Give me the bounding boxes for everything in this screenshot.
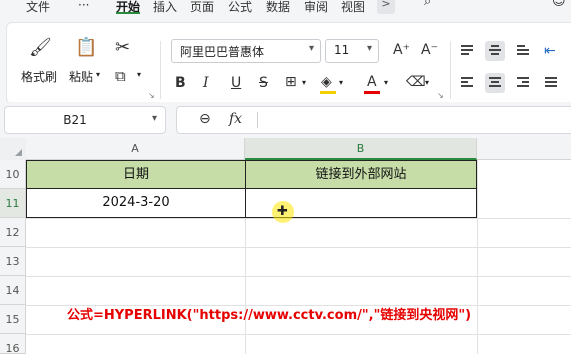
menu-page[interactable]: 页面 <box>190 0 214 15</box>
chevron-down-icon: ▾ <box>151 113 157 124</box>
eraser-icon[interactable]: ⌫ <box>406 74 426 90</box>
formula-bar: B21 ▾ ⊖ fx <box>0 102 571 138</box>
column-header-c[interactable] <box>477 138 571 160</box>
justify-button[interactable] <box>541 73 561 93</box>
zoom-icon[interactable]: ⊖ <box>199 111 211 127</box>
row-header-13[interactable]: 13 <box>0 247 26 276</box>
sheet-grid: A B 10 11 12 13 14 15 16 日期 链接到外部网站 2024… <box>0 138 571 355</box>
font-color-swatch <box>364 91 380 94</box>
align-center-button[interactable] <box>485 73 505 93</box>
column-header-a[interactable]: A <box>26 138 245 160</box>
align-middle-button[interactable] <box>485 41 505 61</box>
menu-review[interactable]: 审阅 <box>304 0 328 15</box>
fill-color-swatch <box>320 91 336 94</box>
align-left-button[interactable] <box>457 73 477 93</box>
justify-icon <box>545 77 557 89</box>
column-header-b[interactable]: B <box>245 138 477 160</box>
align-middle-icon <box>489 45 501 57</box>
row-header-14[interactable]: 14 <box>0 276 26 305</box>
align-right-button[interactable] <box>513 73 533 93</box>
name-box-value: B21 <box>63 113 87 127</box>
font-name-select[interactable]: 阿里巴巴普惠体 ▾ <box>171 39 321 63</box>
align-center-icon <box>489 77 501 89</box>
chevron-down-icon: ▾ <box>366 43 372 54</box>
menu-data[interactable]: 数据 <box>266 0 290 15</box>
formula-annotation: 公式=HYPERLINK("https://www.cctv.com/","链接… <box>67 308 472 323</box>
font-launcher-icon[interactable]: ↘ <box>437 91 444 100</box>
borders-icon[interactable]: ⊞ <box>285 74 297 90</box>
italic-button[interactable]: I <box>203 75 209 91</box>
menu-more[interactable]: ··· <box>78 0 89 12</box>
fill-color-icon[interactable]: ◈ <box>321 74 332 90</box>
bold-button[interactable]: B <box>175 75 186 91</box>
gridline <box>477 160 478 354</box>
paste-dropdown-chevron-icon[interactable]: ▾ <box>96 70 100 79</box>
align-left-icon <box>461 77 473 89</box>
search-icon[interactable]: ⌕ <box>424 0 431 9</box>
menu-scroll-right-button[interactable]: > <box>377 0 395 14</box>
smiley-icon[interactable]: ☺ <box>552 0 566 9</box>
gridline <box>26 247 571 248</box>
ribbon-separator <box>160 41 161 99</box>
cell-cursor-cross-icon: ✚ <box>277 204 288 219</box>
cell-b10[interactable]: 链接到外部网站 <box>245 160 477 189</box>
cut-icon[interactable]: ✂ <box>115 39 130 57</box>
align-top-icon <box>461 45 473 57</box>
ribbon-panel: 🖌 格式刷 📋 粘贴 ▾ ✂ ⧉ ▾ ↘ 阿里巴巴普惠体 ▾ 11 ▾ A⁺ A… <box>6 22 571 104</box>
font-name-value: 阿里巴巴普惠体 <box>180 45 265 59</box>
name-box[interactable]: B21 ▾ <box>4 106 166 134</box>
row-header-12[interactable]: 12 <box>0 218 26 247</box>
paste-icon[interactable]: 📋 <box>75 39 97 57</box>
format-painter-icon[interactable]: 🖌 <box>29 39 52 57</box>
gridline <box>26 334 571 335</box>
clear-dropdown-chevron-icon[interactable]: ▾ <box>425 78 429 87</box>
menu-insert[interactable]: 插入 <box>153 0 177 15</box>
fill-color-dropdown-chevron-icon[interactable]: ▾ <box>339 78 343 87</box>
cell-a10[interactable]: 日期 <box>26 160 246 189</box>
align-top-button[interactable] <box>457 41 477 61</box>
decrease-font-size-icon[interactable]: A⁻ <box>421 42 438 58</box>
ribbon-separator <box>450 41 451 99</box>
formula-input[interactable]: ⊖ fx <box>176 106 571 134</box>
mouse-cursor: ✚ <box>272 201 294 223</box>
font-size-select[interactable]: 11 ▾ <box>325 39 379 63</box>
font-size-value: 11 <box>334 43 350 57</box>
fx-icon[interactable]: fx <box>229 111 242 127</box>
align-right-icon <box>517 77 529 89</box>
copy-dropdown-chevron-icon[interactable]: ▾ <box>137 70 141 79</box>
row-header-15[interactable]: 15 <box>0 305 26 334</box>
menu-file[interactable]: 文件 <box>26 0 50 15</box>
clipboard-launcher-icon[interactable]: ↘ <box>148 91 155 100</box>
formula-separator <box>257 112 258 128</box>
menu-bar: 文件 ··· 开始 插入 页面 公式 数据 审阅 视图 > ⌕ ☺ <box>0 0 571 14</box>
menu-view[interactable]: 视图 <box>341 0 365 15</box>
increase-font-size-icon[interactable]: A⁺ <box>393 42 410 58</box>
menu-formulas[interactable]: 公式 <box>228 0 252 15</box>
indent-decrease-icon[interactable]: ⇤ <box>544 43 556 59</box>
format-painter-label[interactable]: 格式刷 <box>21 68 57 85</box>
select-all-triangle-icon <box>15 149 22 156</box>
strikethrough-button[interactable]: S <box>259 75 268 91</box>
chevron-down-icon: ▾ <box>308 43 314 54</box>
paste-label[interactable]: 粘贴 <box>69 68 93 85</box>
row-header-11[interactable]: 11 <box>0 189 26 218</box>
gridline <box>26 218 571 219</box>
align-bottom-button[interactable] <box>513 41 533 61</box>
gridline <box>26 276 571 277</box>
cell-a11[interactable]: 2024-3-20 <box>26 189 246 218</box>
font-color-dropdown-chevron-icon[interactable]: ▾ <box>384 78 388 87</box>
font-color-icon[interactable]: A <box>367 74 377 90</box>
ribbon: 🖌 格式刷 📋 粘贴 ▾ ✂ ⧉ ▾ ↘ 阿里巴巴普惠体 ▾ 11 ▾ A⁺ A… <box>0 14 571 104</box>
underline-button[interactable]: U <box>231 75 241 91</box>
copy-icon[interactable]: ⧉ <box>115 67 126 85</box>
borders-dropdown-chevron-icon[interactable]: ▾ <box>302 78 306 87</box>
row-header-10[interactable]: 10 <box>0 160 26 189</box>
align-bottom-icon <box>517 45 529 57</box>
row-header-16[interactable]: 16 <box>0 334 26 355</box>
select-all-corner[interactable] <box>0 138 27 161</box>
